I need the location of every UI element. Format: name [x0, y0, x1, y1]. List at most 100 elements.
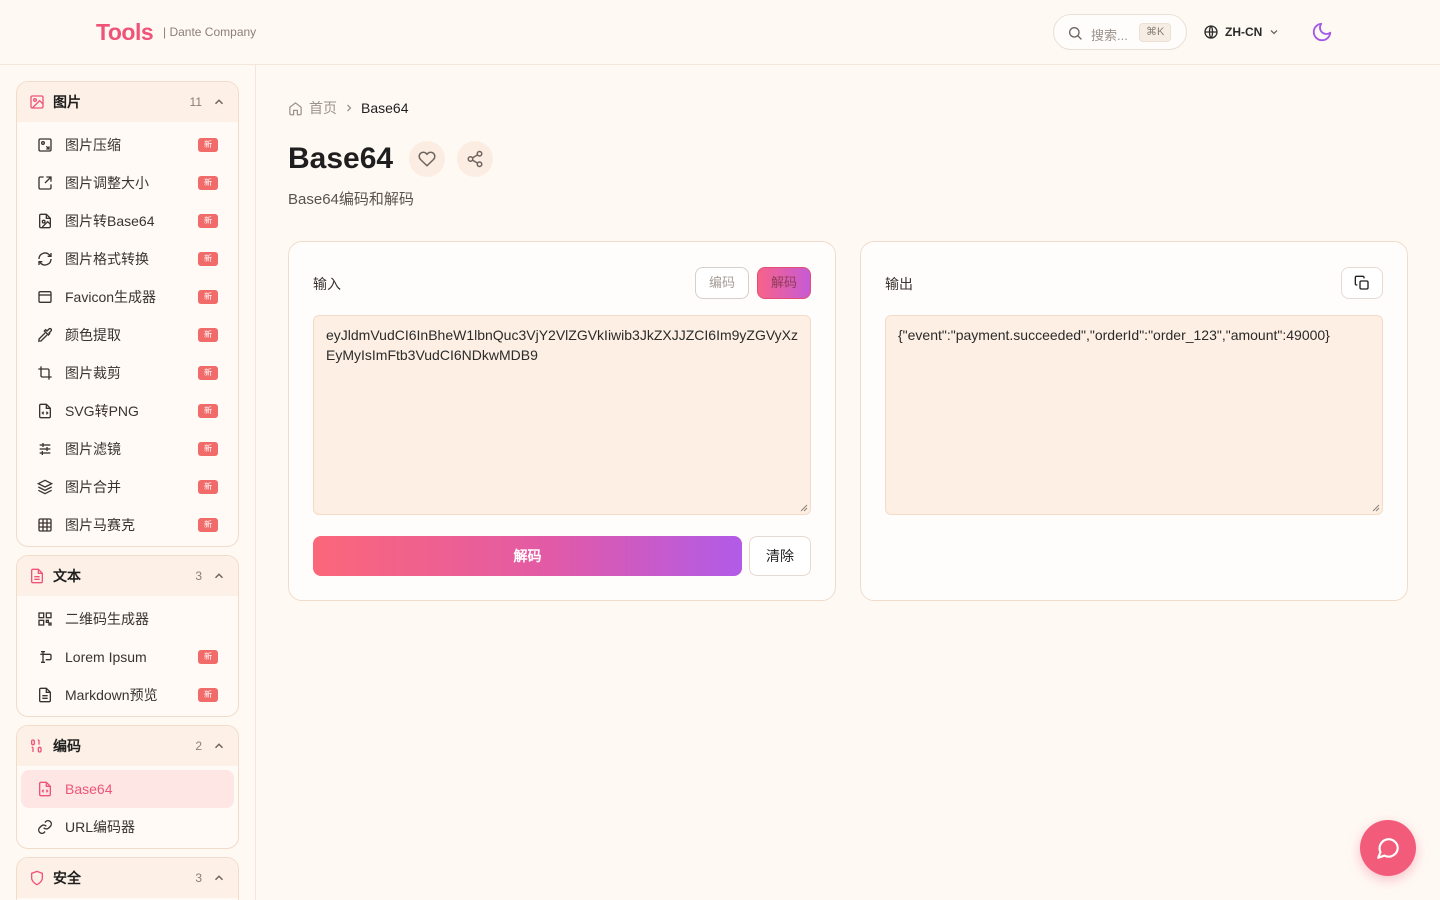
- qr-code-icon: [37, 611, 53, 627]
- decode-button[interactable]: 解码: [313, 536, 742, 576]
- sidebar-item-image-to-base64[interactable]: 图片转Base64 新: [21, 202, 234, 240]
- file-text-icon: [37, 687, 53, 703]
- grid-icon: [37, 517, 53, 533]
- sidebar-item-label: URL编码器: [65, 819, 136, 835]
- eyedropper-icon: [37, 327, 53, 343]
- search-box[interactable]: 搜索... ⌘K: [1053, 14, 1187, 50]
- resize-icon: [37, 175, 53, 191]
- sidebar-item-favicon[interactable]: Favicon生成器 新: [21, 278, 234, 316]
- link-icon: [37, 819, 53, 835]
- sidebar-item-label: Lorem Ipsum: [65, 649, 147, 665]
- image-icon: [29, 94, 45, 110]
- breadcrumb-current: Base64: [361, 100, 409, 116]
- sidebar-group-header[interactable]: 文本 3: [17, 556, 238, 596]
- sidebar-item-lorem-ipsum[interactable]: Lorem Ipsum 新: [21, 638, 234, 676]
- resize-grip-icon[interactable]: [800, 504, 808, 512]
- image-compress-icon: [37, 137, 53, 153]
- sidebar-item-label: 图片转Base64: [65, 213, 155, 229]
- breadcrumb: 首页 Base64: [288, 98, 408, 118]
- browser-window-icon: [37, 289, 53, 305]
- copy-button[interactable]: [1341, 267, 1383, 299]
- sidebar-item-image-filter[interactable]: 图片滤镜 新: [21, 430, 234, 468]
- input-label: 输入: [313, 276, 341, 292]
- sidebar-item-label: 图片压缩: [65, 137, 121, 153]
- sidebar-item-label: Markdown预览: [65, 687, 158, 703]
- resize-grip-icon[interactable]: [1372, 504, 1380, 512]
- sidebar-item-color-picker[interactable]: 颜色提取 新: [21, 316, 234, 354]
- new-badge: 新: [198, 252, 218, 266]
- binary-icon: [29, 738, 45, 754]
- top-header: Tools | Dante Company 搜索... ⌘K ZH-CN: [0, 0, 1440, 65]
- sidebar-item-image-crop[interactable]: 图片裁剪 新: [21, 354, 234, 392]
- sidebar-group-header[interactable]: 安全 3: [17, 858, 238, 898]
- output-text: {"event":"payment.succeeded","orderId":"…: [898, 327, 1330, 343]
- sidebar-item-image-merge[interactable]: 图片合并 新: [21, 468, 234, 506]
- search-icon: [1069, 27, 1082, 40]
- language-switcher[interactable]: ZH-CN: [1203, 22, 1280, 42]
- sidebar-group-count: 3: [195, 871, 202, 885]
- chevron-up-icon[interactable]: [212, 739, 226, 753]
- refresh-icon: [37, 251, 53, 267]
- input-textarea[interactable]: eyJldmVudCI6InBheW1lbnQuc3VjY2VlZGVkIiwi…: [313, 315, 811, 515]
- input-card: 输入 编码 解码 eyJldmVudCI6InBheW1lbnQuc3VjY2V…: [288, 241, 836, 601]
- sidebar-item-url-encoder[interactable]: URL编码器: [21, 808, 234, 846]
- file-code-icon: [37, 781, 53, 797]
- sidebar-group-title: 图片: [53, 94, 81, 110]
- sidebar-item-markdown-preview[interactable]: Markdown预览 新: [21, 676, 234, 714]
- sidebar-item-base64[interactable]: Base64: [21, 770, 234, 808]
- output-label: 输出: [885, 276, 913, 292]
- sidebar-item-image-resize[interactable]: 图片调整大小 新: [21, 164, 234, 202]
- sidebar-item-qr-generator[interactable]: 二维码生成器: [21, 600, 234, 638]
- sidebar-group-header[interactable]: 图片 11: [17, 82, 238, 122]
- theme-toggle[interactable]: [1311, 21, 1333, 48]
- chevron-down-icon: [1270, 30, 1278, 35]
- share-button[interactable]: [457, 141, 493, 177]
- new-badge: 新: [198, 366, 218, 380]
- moon-icon: [1312, 22, 1332, 42]
- sidebar-item-label: 颜色提取: [65, 327, 121, 343]
- sidebar-group-header[interactable]: 编码 2: [17, 726, 238, 766]
- sidebar-group-text: 文本 3 二维码生成器 Lorem Ipsum 新 Markdown预览 新: [16, 555, 239, 717]
- encode-toggle[interactable]: 编码: [695, 267, 749, 299]
- chevron-up-icon[interactable]: [212, 95, 226, 109]
- file-image-icon: [37, 213, 53, 229]
- crop-icon: [37, 365, 53, 381]
- new-badge: 新: [198, 442, 218, 456]
- sidebar-group-count: 3: [195, 569, 202, 583]
- sidebar-group-count: 11: [189, 95, 202, 109]
- sidebar-item-image-format[interactable]: 图片格式转换 新: [21, 240, 234, 278]
- app-logo[interactable]: Tools: [96, 19, 154, 46]
- sliders-icon: [37, 441, 53, 457]
- chevron-up-icon[interactable]: [212, 569, 226, 583]
- chat-button[interactable]: [1360, 820, 1416, 876]
- sidebar-item-label: 图片格式转换: [65, 251, 149, 267]
- search-placeholder[interactable]: 搜索...: [1091, 25, 1128, 44]
- sidebar: 图片 11 图片压缩 新 图片调整大小 新 图片转Base64 新 图片格式转换…: [0, 65, 256, 900]
- search-shortcut: ⌘K: [1139, 23, 1172, 42]
- chat-bubble-icon: [1377, 838, 1399, 859]
- file-code-icon: [37, 403, 53, 419]
- decode-toggle[interactable]: 解码: [757, 267, 811, 299]
- sidebar-item-image-compress[interactable]: 图片压缩 新: [21, 126, 234, 164]
- chevron-up-icon[interactable]: [212, 871, 226, 885]
- new-badge: 新: [198, 404, 218, 418]
- text-cursor-icon: [37, 649, 53, 665]
- new-badge: 新: [198, 176, 218, 190]
- home-icon[interactable]: [288, 101, 303, 116]
- new-badge: 新: [198, 138, 218, 152]
- new-badge: 新: [198, 688, 218, 702]
- sidebar-item-image-mosaic[interactable]: 图片马赛克 新: [21, 506, 234, 544]
- sidebar-group-title: 文本: [53, 568, 81, 584]
- sidebar-item-label: 二维码生成器: [65, 611, 149, 627]
- shield-icon: [29, 870, 45, 886]
- output-textarea[interactable]: {"event":"payment.succeeded","orderId":"…: [885, 315, 1383, 515]
- sidebar-group-count: 2: [195, 739, 202, 753]
- favorite-button[interactable]: [409, 141, 445, 177]
- sidebar-item-svg-to-png[interactable]: SVG转PNG 新: [21, 392, 234, 430]
- sidebar-group-security: 安全 3: [16, 857, 239, 900]
- breadcrumb-home[interactable]: 首页: [309, 98, 337, 118]
- page-title: Base64: [288, 142, 394, 175]
- chevron-right-icon: [347, 104, 352, 112]
- clear-button[interactable]: 清除: [749, 536, 811, 576]
- globe-icon: [1204, 25, 1218, 39]
